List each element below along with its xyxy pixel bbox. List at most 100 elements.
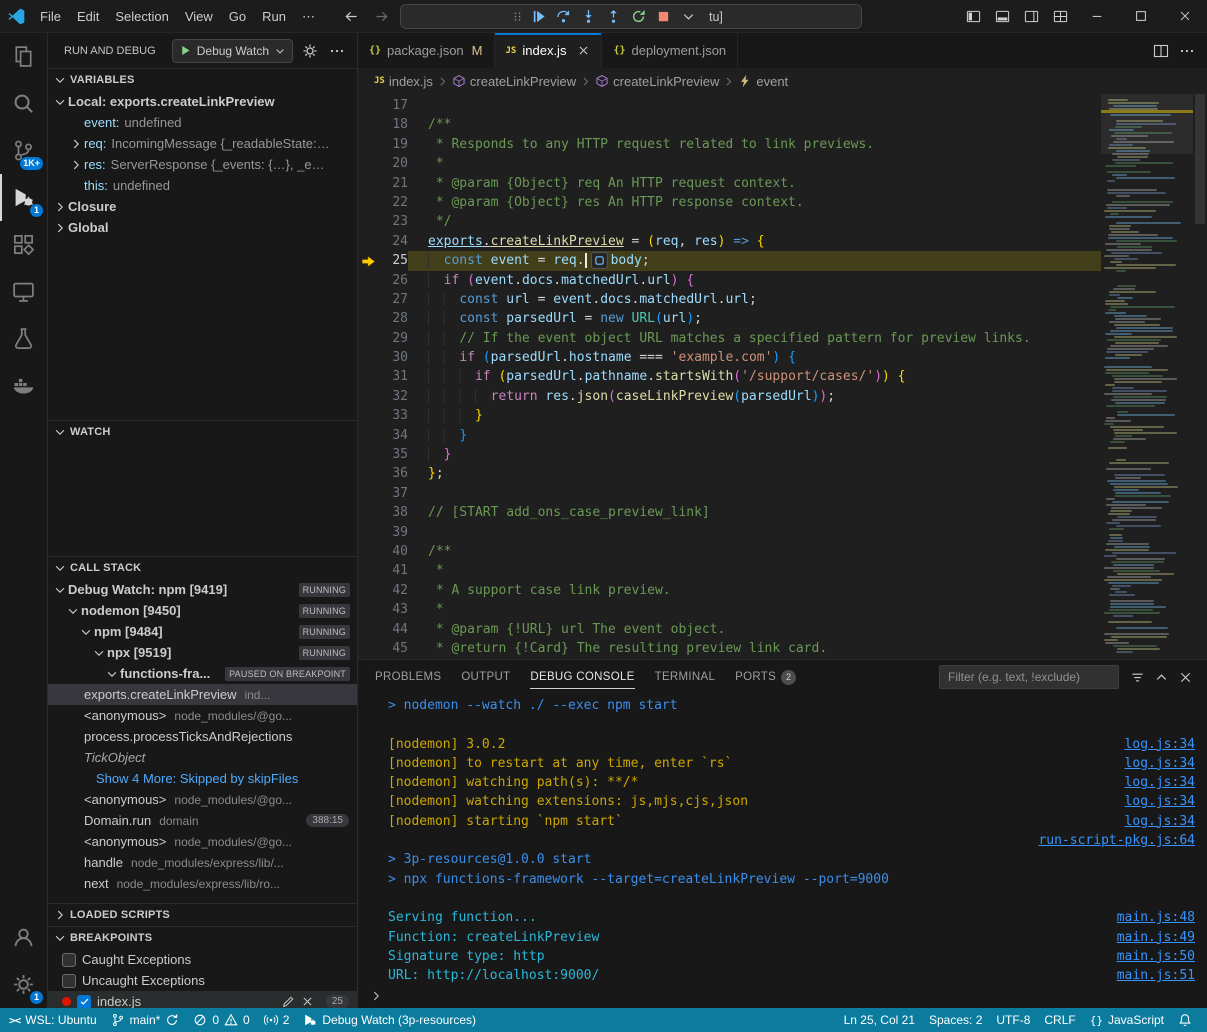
breadcrumb-item[interactable]: createLinkPreview [595, 74, 719, 89]
code-text[interactable] [408, 96, 1101, 115]
code-text[interactable]: if (parsedUrl.pathname.startsWith('/supp… [408, 367, 1101, 386]
line-number[interactable]: 34 [378, 426, 408, 445]
code-text[interactable]: /** [408, 542, 1101, 561]
close-tab-icon[interactable] [577, 44, 590, 57]
gutter-margin[interactable] [358, 620, 378, 639]
code-text[interactable]: } [408, 426, 1101, 445]
code-text[interactable]: * Responds to any HTTP request related t… [408, 135, 1101, 154]
line-number[interactable]: 37 [378, 484, 408, 503]
code-text[interactable]: const url = event.docs.matchedUrl.url; [408, 290, 1101, 309]
toggle-sidebar-icon[interactable] [959, 0, 988, 33]
go-forward-icon[interactable] [369, 4, 393, 28]
callstack-frame-row[interactable]: exports.createLinkPreviewind... [48, 684, 357, 705]
source-link[interactable]: main.js:49 [1117, 928, 1195, 947]
source-link[interactable]: log.js:34 [1125, 792, 1195, 811]
callstack-session-row[interactable]: functions-fra...PAUSED ON BREAKPOINT [48, 663, 357, 684]
gutter-margin[interactable] [358, 367, 378, 386]
editor-scrollbar[interactable] [1193, 94, 1207, 659]
status-indentation[interactable]: Spaces: 2 [922, 1008, 989, 1032]
line-number[interactable]: 21 [378, 174, 408, 193]
line-number[interactable]: 22 [378, 193, 408, 212]
minimize-button[interactable] [1075, 0, 1119, 33]
code-text[interactable]: * @param {Object} res An HTTP response c… [408, 193, 1101, 212]
debug-config-picker[interactable]: Debug Watch [172, 39, 293, 63]
variables-row[interactable]: Closure [48, 196, 357, 217]
code-text[interactable]: * [408, 600, 1101, 619]
line-number[interactable]: 18 [378, 115, 408, 134]
code-text[interactable]: if (parsedUrl.hostname === 'example.com'… [408, 348, 1101, 367]
activity-remote-explorer[interactable] [0, 268, 47, 315]
menu-edit[interactable]: Edit [69, 0, 107, 32]
panel-tab-ports[interactable]: PORTS2 [735, 660, 796, 694]
maximize-panel-icon[interactable] [1149, 665, 1173, 689]
debug-console-input[interactable] [358, 984, 1207, 1008]
callstack-session-row[interactable]: Debug Watch: npm [9419]RUNNING [48, 579, 357, 600]
code-text[interactable]: * [408, 561, 1101, 580]
filter-icon[interactable] [1125, 665, 1149, 689]
debug-toolbar-more-icon[interactable] [678, 6, 699, 27]
code-text[interactable]: }; [408, 464, 1101, 483]
go-back-icon[interactable] [339, 4, 363, 28]
variables-row[interactable]: this:undefined [48, 175, 357, 196]
activity-accounts[interactable] [0, 914, 47, 961]
status-debug-status[interactable]: Debug Watch (3p-resources) [296, 1008, 483, 1032]
variables-header[interactable]: VARIABLES [48, 69, 357, 91]
callstack-frame-row[interactable]: process.processTicksAndRejections [48, 726, 357, 747]
callstack-session-row[interactable]: nodemon [9450]RUNNING [48, 600, 357, 621]
line-number[interactable]: 36 [378, 464, 408, 483]
console-filter-input[interactable]: Filter (e.g. text, !exclude) [939, 665, 1119, 689]
toggle-panel-icon[interactable] [988, 0, 1017, 33]
line-number[interactable]: 41 [378, 561, 408, 580]
gutter-margin[interactable] [358, 96, 378, 115]
breakpoint-row[interactable]: index.js25 [48, 991, 357, 1008]
menu-file[interactable]: File [32, 0, 69, 32]
callstack-more-row[interactable]: Show 4 More: Skipped by skipFiles [48, 768, 357, 789]
gutter-margin[interactable] [358, 329, 378, 348]
menu-overflow[interactable]: ⋯ [294, 0, 323, 32]
status-language-mode[interactable]: {}JavaScript [1083, 1008, 1171, 1032]
source-link[interactable]: log.js:34 [1125, 735, 1195, 754]
callstack-frame-row[interactable]: handlenode_modules/express/lib/... [48, 852, 357, 873]
breakpoint-checkbox[interactable] [77, 995, 91, 1009]
line-number[interactable]: 45 [378, 639, 408, 658]
gutter-margin[interactable] [358, 290, 378, 309]
status-eol[interactable]: CRLF [1037, 1008, 1082, 1032]
code-editor[interactable]: 1718/**19 * Responds to any HTTP request… [358, 94, 1207, 659]
source-link[interactable]: run-script-pkg.js:64 [1038, 831, 1195, 850]
tab-deployment.json[interactable]: {}deployment.json [602, 33, 738, 68]
variables-row[interactable]: Global [48, 217, 357, 238]
line-number[interactable]: 40 [378, 542, 408, 561]
gutter-margin[interactable] [358, 212, 378, 231]
command-center[interactable]: tu] [400, 4, 862, 29]
line-number[interactable]: 43 [378, 600, 408, 619]
code-text[interactable]: if (event.docs.matchedUrl.url) { [408, 271, 1101, 290]
views-more-icon[interactable] [327, 41, 347, 61]
code-text[interactable]: * [408, 154, 1101, 173]
code-text[interactable]: * @param {!URL} url The event object. [408, 620, 1101, 639]
source-link[interactable]: main.js:50 [1117, 947, 1195, 966]
gutter-margin[interactable] [358, 426, 378, 445]
gutter-margin[interactable] [358, 154, 378, 173]
code-text[interactable]: const parsedUrl = new URL(url); [408, 309, 1101, 328]
tab-index.js[interactable]: JSindex.js [495, 33, 603, 68]
code-text[interactable]: * @param {Object} req An HTTP request co… [408, 174, 1101, 193]
breakpoint-row[interactable]: Uncaught Exceptions [48, 970, 357, 991]
activity-search[interactable] [0, 80, 47, 127]
breakpoints-header[interactable]: BREAKPOINTS [48, 927, 357, 949]
status-encoding[interactable]: UTF-8 [989, 1008, 1037, 1032]
line-number[interactable]: 44 [378, 620, 408, 639]
line-number[interactable]: 29 [378, 329, 408, 348]
breadcrumb-item[interactable]: JSindex.js [374, 74, 433, 89]
call-stack-header[interactable]: CALL STACK [48, 557, 357, 579]
activity-run-and-debug[interactable]: 1 [0, 174, 47, 221]
status-remote-indicator[interactable]: ><WSL: Ubuntu [2, 1008, 104, 1032]
gutter-margin[interactable] [358, 135, 378, 154]
menu-go[interactable]: Go [221, 0, 254, 32]
start-debugging-icon[interactable] [179, 44, 192, 57]
code-text[interactable]: // If the event object URL matches a spe… [408, 329, 1101, 348]
loaded-scripts-header[interactable]: LOADED SCRIPTS [48, 904, 357, 926]
gutter-margin[interactable] [358, 309, 378, 328]
callstack-session-row[interactable]: npm [9484]RUNNING [48, 621, 357, 642]
source-link[interactable]: main.js:51 [1117, 966, 1195, 984]
callstack-frame-row[interactable]: nextnode_modules/express/lib/ro... [48, 873, 357, 894]
